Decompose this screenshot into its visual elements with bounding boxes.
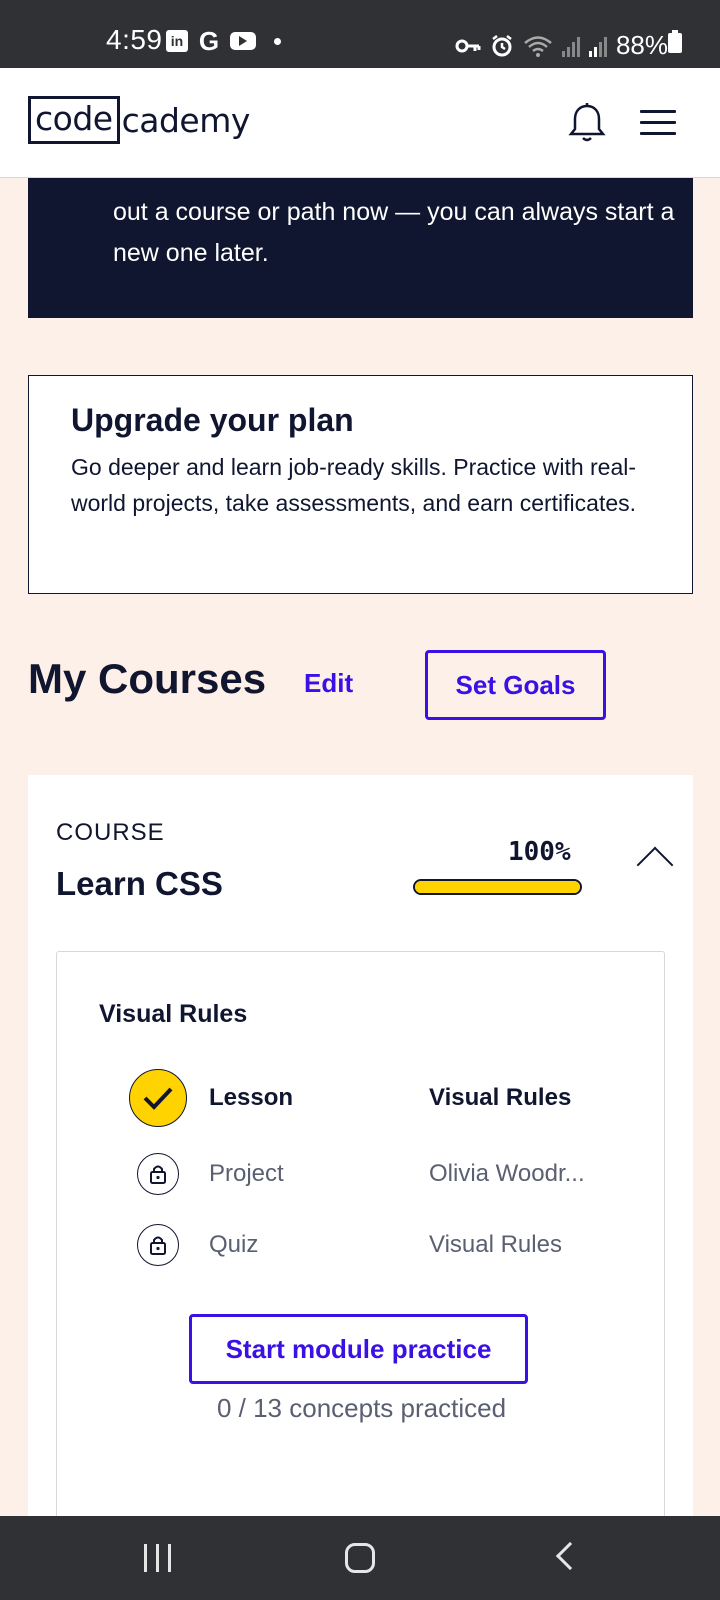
- module-title: Visual Rules: [99, 1000, 248, 1028]
- banner-text: out a course or path now — you can alway…: [113, 198, 675, 267]
- back-icon[interactable]: [555, 1541, 585, 1571]
- signal-icon: [588, 35, 607, 57]
- course-progress-bar: [413, 879, 582, 895]
- bell-icon[interactable]: [568, 102, 606, 144]
- app-header: code cademy: [0, 68, 720, 178]
- module-item[interactable]: Project Olivia Woodr...: [129, 1145, 599, 1203]
- check-icon: [129, 1069, 187, 1127]
- chevron-up-icon[interactable]: [636, 846, 674, 884]
- battery-percent: 88%: [615, 30, 668, 60]
- edit-link[interactable]: Edit: [304, 668, 353, 699]
- practice-progress-text: 0 / 13 concepts practiced: [216, 1393, 507, 1423]
- logo-text: cademy: [121, 100, 251, 140]
- item-type: Quiz: [209, 1231, 259, 1258]
- status-bar: 4:59 in G 88%: [0, 0, 720, 68]
- status-app-icons: in G: [166, 25, 281, 56]
- upgrade-body: Go deeper and learn job-ready skills. Pr…: [71, 454, 637, 516]
- alarm-icon: [492, 34, 512, 56]
- lock-icon: [137, 1224, 179, 1266]
- menu-icon[interactable]: [640, 110, 676, 143]
- item-name: Visual Rules: [429, 1231, 562, 1258]
- logo-boxed-text: code: [28, 96, 120, 144]
- youtube-icon: [230, 32, 256, 50]
- start-module-practice-button[interactable]: Start module practice: [189, 1314, 528, 1384]
- notification-dot-icon: [274, 37, 281, 45]
- course-progress-fill: [415, 881, 580, 893]
- course-name[interactable]: Learn CSS: [56, 865, 223, 903]
- item-name: Olivia Woodr...: [429, 1160, 585, 1187]
- battery-icon: [668, 30, 682, 53]
- module-panel: Visual Rules Lesson Visual Rules Project…: [56, 951, 665, 1576]
- course-card: COURSE Learn CSS 100% Visual Rules Lesso…: [28, 775, 693, 1600]
- key-icon: [455, 39, 481, 52]
- system-nav-bar: [0, 1516, 720, 1600]
- info-banner: out a course or path now — you can alway…: [28, 178, 693, 318]
- set-goals-button[interactable]: Set Goals: [425, 650, 606, 720]
- signal-icon: [561, 35, 580, 57]
- wifi-icon: [524, 35, 552, 57]
- item-type: Lesson: [209, 1084, 294, 1111]
- lock-icon: [137, 1153, 179, 1195]
- upgrade-title: Upgrade your plan: [71, 402, 354, 438]
- linkedin-icon: in: [166, 30, 188, 52]
- module-item[interactable]: Lesson Visual Rules: [129, 1069, 599, 1127]
- codecademy-logo[interactable]: code cademy: [28, 96, 250, 144]
- module-item[interactable]: Quiz Visual Rules: [129, 1216, 599, 1274]
- status-system-icons: 88%: [455, 30, 668, 61]
- course-kicker: COURSE: [56, 819, 165, 846]
- item-name: Visual Rules: [429, 1084, 572, 1111]
- course-progress-label: 100%: [508, 837, 571, 867]
- recent-apps-icon[interactable]: [144, 1544, 171, 1572]
- upgrade-card[interactable]: Upgrade your plan Go deeper and learn jo…: [28, 375, 693, 594]
- home-icon[interactable]: [345, 1543, 375, 1573]
- google-icon: G: [198, 25, 220, 56]
- my-courses-title: My Courses: [28, 655, 267, 702]
- status-time: 4:59: [106, 24, 163, 55]
- item-type: Project: [209, 1160, 284, 1187]
